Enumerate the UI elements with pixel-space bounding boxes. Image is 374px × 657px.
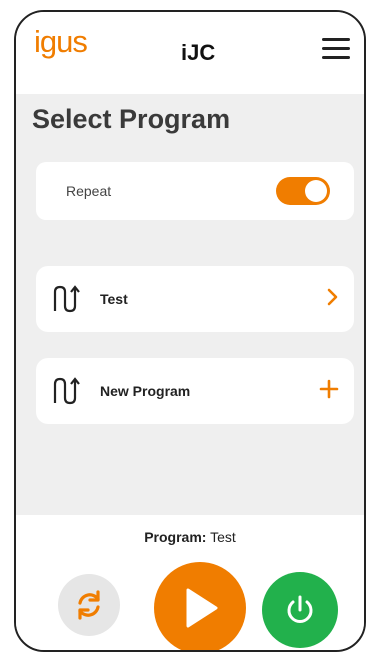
program-label: Test [100,291,128,307]
app-title: iJC [181,40,216,65]
program-label: New Program [100,383,191,399]
toggle-knob [305,180,327,202]
power-icon [287,595,313,623]
program-item-new-program[interactable]: New Program [36,358,354,424]
plus-icon[interactable] [318,378,340,405]
play-button[interactable] [154,562,246,650]
top-bar: igus iJC [16,12,364,94]
program-wave-icon [52,284,86,319]
sync-button[interactable] [58,574,120,636]
igus-logo: igus [34,24,88,59]
program-name: Test [210,529,236,545]
page-title: Select Program [32,104,231,134]
control-panel: Program: Test [16,515,364,650]
hamburger-menu-icon[interactable] [322,38,350,60]
program-item-test[interactable]: Test [36,266,354,332]
play-icon [186,588,218,628]
repeat-toggle[interactable] [276,177,330,205]
program-prefix: Program: [144,529,207,545]
app-frame: igus iJC Select Program Repeat Test New … [14,10,366,652]
repeat-label: Repeat [66,183,112,199]
chevron-right-icon[interactable] [326,286,340,313]
current-program: Program: Test [16,529,364,545]
sync-icon [78,590,100,620]
program-wave-icon [52,376,86,411]
power-button[interactable] [262,572,338,648]
repeat-setting: Repeat [36,162,354,220]
